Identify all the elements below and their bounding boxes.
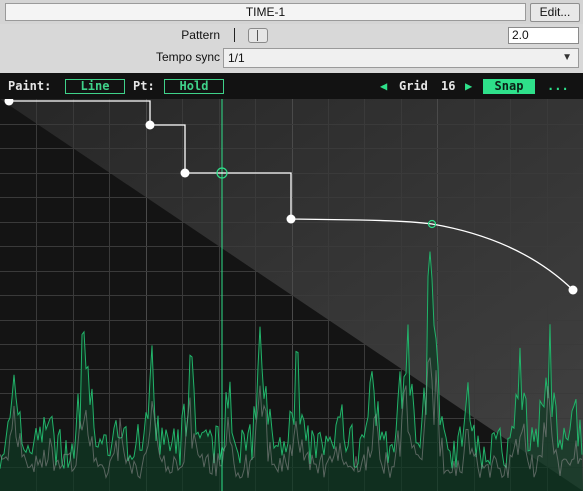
tempo-sync-select[interactable]: 1/1 ▼	[223, 48, 579, 68]
envelope-point[interactable]	[286, 214, 296, 224]
triangle-left-icon[interactable]: ◀	[380, 79, 387, 93]
pt-label: Pt:	[133, 79, 155, 93]
chevron-down-icon: ▼	[562, 52, 572, 63]
envelope-point[interactable]	[145, 120, 155, 130]
envelope-graph[interactable]	[0, 99, 583, 491]
tempo-sync-row: Tempo sync 1/1 ▼	[0, 46, 583, 70]
point-mode-button[interactable]: Hold	[164, 79, 224, 94]
tempo-sync-value: 1/1	[228, 51, 245, 65]
paint-mode-button[interactable]: Line	[65, 79, 125, 94]
pattern-row: Pattern 2.0	[0, 24, 583, 46]
grid-value[interactable]: 16	[441, 79, 455, 93]
tempo-sync-label: Tempo sync	[155, 50, 220, 64]
envelope-editor: Paint: Line Pt: Hold ◀ Grid 16 ▶ Snap ..…	[0, 73, 583, 491]
envelope-point[interactable]	[568, 285, 578, 295]
more-options-button[interactable]: ...	[547, 79, 569, 93]
effect-title: TIME-1	[5, 3, 526, 21]
pattern-slider-thumb[interactable]	[248, 28, 268, 43]
envelope-point[interactable]	[180, 168, 190, 178]
snap-button[interactable]: Snap	[483, 79, 535, 94]
edit-button[interactable]: Edit...	[530, 3, 580, 22]
title-bar: TIME-1 Edit...	[0, 0, 583, 24]
editor-toolbar: Paint: Line Pt: Hold ◀ Grid 16 ▶ Snap ..…	[0, 73, 583, 99]
pattern-slider-tick	[234, 28, 235, 42]
pattern-value-field[interactable]: 2.0	[508, 27, 579, 44]
grid-label: Grid	[399, 79, 428, 93]
pattern-label: Pattern	[181, 28, 220, 42]
paint-label: Paint:	[8, 79, 52, 93]
triangle-right-icon[interactable]: ▶	[465, 79, 472, 93]
